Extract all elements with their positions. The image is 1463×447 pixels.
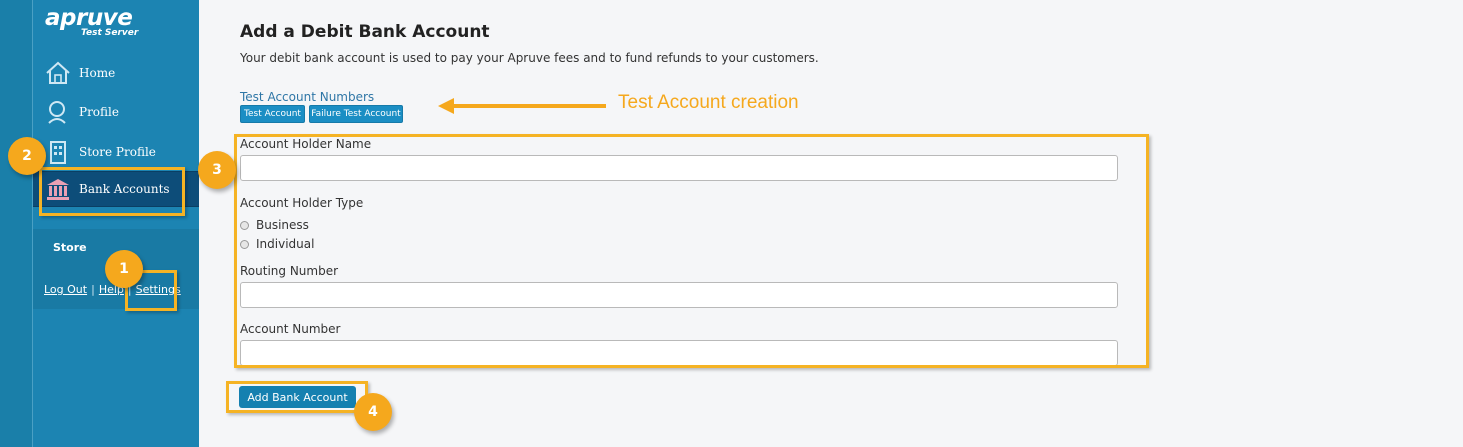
user-icon xyxy=(48,101,66,124)
callout-arrow-icon xyxy=(438,98,606,114)
sidebar-item-label: Home xyxy=(79,66,116,80)
highlight-form xyxy=(234,134,1149,368)
sidebar-item-profile[interactable]: Profile xyxy=(33,94,199,130)
logo-brand: apruve xyxy=(45,5,133,31)
step-badge-2: 2 xyxy=(8,137,46,175)
logout-link[interactable]: Log Out xyxy=(44,283,87,296)
store-label: Store xyxy=(53,241,87,254)
page-description: Your debit bank account is used to pay y… xyxy=(240,51,819,65)
test-account-button[interactable]: Test Account xyxy=(240,105,305,123)
test-account-numbers-link[interactable]: Test Account Numbers xyxy=(240,90,374,104)
sidebar-edge-strip xyxy=(0,0,33,447)
step-badge-3: 3 xyxy=(198,151,236,189)
highlight-submit xyxy=(226,381,368,413)
callout-text: Test Account creation xyxy=(618,92,799,113)
logo-subtitle: Test Server xyxy=(81,28,139,38)
sidebar-item-home[interactable]: Home xyxy=(33,55,199,91)
step-badge-4: 4 xyxy=(354,393,392,431)
building-icon xyxy=(50,141,66,164)
page-title: Add a Debit Bank Account xyxy=(240,22,490,42)
step-badge-1: 1 xyxy=(105,250,143,288)
sidebar: apruve Test Server Home Profile Store Pr… xyxy=(33,0,199,447)
sidebar-item-label: Store Profile xyxy=(79,145,156,159)
home-icon xyxy=(46,61,70,84)
apruve-logo[interactable]: apruve Test Server xyxy=(45,5,138,38)
link-separator: | xyxy=(91,283,95,296)
sidebar-item-label: Profile xyxy=(79,105,119,119)
highlight-bank-accounts xyxy=(39,167,185,216)
failure-test-account-button[interactable]: Failure Test Account xyxy=(309,105,403,123)
sidebar-item-store-profile[interactable]: Store Profile xyxy=(33,134,199,170)
